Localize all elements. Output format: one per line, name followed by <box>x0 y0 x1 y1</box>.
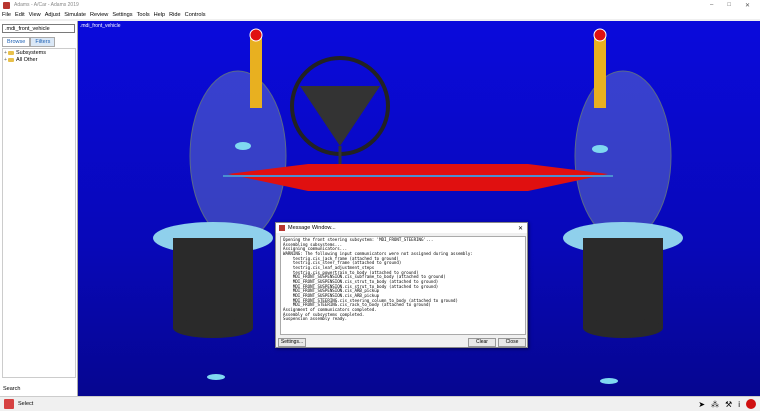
stop-icon[interactable] <box>746 399 756 409</box>
menu-review[interactable]: Review <box>90 12 108 18</box>
message-window: Message Window... ✕ Opening the front st… <box>275 222 528 348</box>
close-icon[interactable]: ✕ <box>518 225 523 232</box>
steering-rack <box>228 164 608 191</box>
folder-icon <box>8 50 14 55</box>
menu-view[interactable]: View <box>29 12 41 18</box>
search-label[interactable]: Search <box>3 386 20 392</box>
right-hub <box>592 145 608 153</box>
title-bar: Adams - A/Car - Adams 2019 – □ ✕ <box>0 0 760 10</box>
steering-wheel-spoke <box>300 86 380 146</box>
right-pedestal-bottom <box>583 318 663 338</box>
left-strut <box>250 33 262 108</box>
tab-browse[interactable]: Browse <box>2 37 31 47</box>
menu-edit[interactable]: Edit <box>15 12 25 18</box>
right-tire <box>574 70 672 242</box>
app-icon <box>3 1 10 9</box>
menu-simulate[interactable]: Simulate <box>64 12 86 18</box>
menu-help[interactable]: Help <box>154 12 166 18</box>
left-tire <box>189 70 287 242</box>
message-log[interactable]: Opening the front steering subsystem: 'M… <box>280 236 526 335</box>
close-button[interactable]: Close <box>498 338 526 347</box>
cursor-icon[interactable]: ➤ <box>698 400 705 409</box>
viewport-model-label: .mdi_front_vehicle <box>80 23 121 29</box>
window-title: Adams - A/Car - Adams 2019 <box>14 2 79 8</box>
tab-filters[interactable]: Filters <box>30 37 56 47</box>
right-pedestal <box>583 238 663 328</box>
folder-icon <box>8 57 14 62</box>
clear-button[interactable]: Clear <box>468 338 496 347</box>
floor-marker-right <box>600 378 618 384</box>
tree-item-label: Subsystems <box>16 49 46 56</box>
network-icon[interactable]: ⁂ <box>711 400 719 409</box>
left-hub <box>235 142 251 150</box>
right-strut-top <box>593 28 607 42</box>
message-window-icon <box>279 225 285 231</box>
menu-ride[interactable]: Ride <box>169 12 181 18</box>
status-bar: Select ➤ ⁂ ⚒ i <box>0 396 760 411</box>
select-icon[interactable] <box>4 399 14 409</box>
right-strut <box>594 33 606 108</box>
status-text: Select <box>18 401 34 407</box>
left-pedestal-bottom <box>173 318 253 338</box>
tools-icon[interactable]: ⚒ <box>725 400 732 409</box>
menu-bar: File Edit View Adjust Simulate Review Se… <box>0 10 760 19</box>
tree-item-subsystems[interactable]: + Subsystems <box>3 49 75 56</box>
model-tree: + Subsystems + All Other <box>2 48 76 378</box>
model-browser-panel: .mdi_front_vehicle Browse Filters + Subs… <box>0 21 78 396</box>
minimize-icon[interactable]: – <box>710 2 713 9</box>
menu-file[interactable]: File <box>2 12 11 18</box>
left-pedestal <box>173 238 253 328</box>
left-strut-top <box>249 28 263 42</box>
close-window-icon[interactable]: ✕ <box>745 2 750 9</box>
message-line: Suspension assembly ready. <box>283 316 348 322</box>
floor-marker-left <box>207 374 225 380</box>
menu-settings[interactable]: Settings <box>112 12 132 18</box>
maximize-icon[interactable]: □ <box>727 2 731 9</box>
menu-adjust[interactable]: Adjust <box>45 12 61 18</box>
tree-item-label: All Other <box>16 56 38 63</box>
info-icon[interactable]: i <box>738 400 740 409</box>
menu-tools[interactable]: Tools <box>137 12 150 18</box>
tree-item-all-other[interactable]: + All Other <box>3 56 75 63</box>
settings-button[interactable]: Settings... <box>278 338 306 347</box>
message-window-title: Message Window... <box>288 225 336 231</box>
model-name-field[interactable]: .mdi_front_vehicle <box>2 24 75 33</box>
menu-controls[interactable]: Controls <box>185 12 206 18</box>
